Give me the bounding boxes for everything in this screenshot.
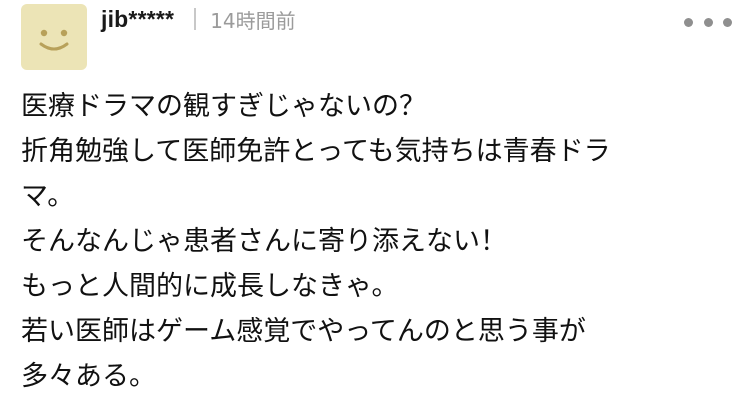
more-horizontal-icon <box>684 17 693 27</box>
comment-line: 医療ドラマの観すぎじゃないの？ <box>21 91 426 122</box>
more-options-button[interactable] <box>684 12 732 32</box>
comment-line: そんなんじゃ患者さんに寄り添えない！ <box>21 226 507 257</box>
comment-card: jib***** 14時間前 医療ドラマの観すぎじゃないの？ 折角勉強して医師免… <box>0 0 750 412</box>
user-avatar[interactable] <box>21 4 87 70</box>
username[interactable]: jib***** <box>101 6 174 33</box>
comment-header: jib***** 14時間前 <box>101 3 296 35</box>
comment-body: 医療ドラマの観すぎじゃないの？ 折角勉強して医師免許とっても気持ちは青春ドラ マ… <box>21 84 733 399</box>
comment-line: 多々ある。 <box>21 361 156 392</box>
header-divider <box>194 8 197 30</box>
comment-line: 折角勉強して医師免許とっても気持ちは青春ドラ <box>21 136 611 167</box>
comment-line: マ。 <box>21 181 75 212</box>
comment-line: 若い医師はゲーム感覚でやってんのと思う事が <box>21 316 586 347</box>
more-horizontal-icon <box>703 17 713 27</box>
smiley-face-icon <box>39 29 69 51</box>
timestamp: 14時間前 <box>210 8 296 33</box>
more-horizontal-icon <box>723 17 732 27</box>
comment-line: もっと人間的に成長しなきゃ。 <box>21 271 399 302</box>
